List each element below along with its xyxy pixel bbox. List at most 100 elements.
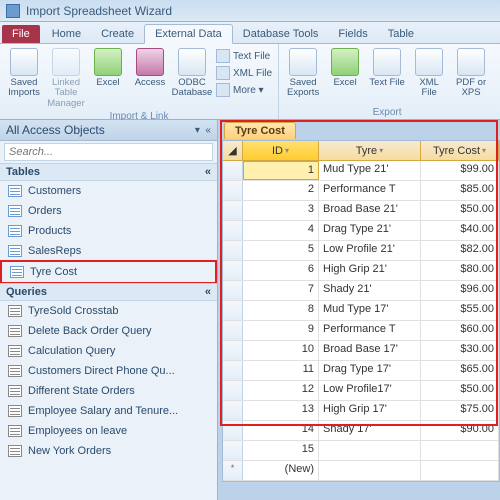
nav-header[interactable]: All Access Objects ▾ « (0, 120, 217, 141)
nav-table-item[interactable]: Products (0, 221, 217, 241)
column-header-id[interactable]: ID▾ (243, 141, 319, 160)
cell-tyre[interactable]: Drag Type 21' (319, 221, 421, 240)
tab-table[interactable]: Table (378, 25, 424, 43)
import-text-file-button[interactable]: Text File (214, 48, 274, 64)
new-row-cost[interactable] (421, 461, 499, 480)
cell-tyre[interactable]: High Grip 17' (319, 401, 421, 420)
new-row[interactable]: * (New) (223, 461, 499, 481)
cell-cost[interactable]: $30.00 (421, 341, 499, 360)
cell-id[interactable]: 10 (243, 341, 319, 360)
linked-table-manager-button[interactable]: Linked Table Manager (46, 46, 86, 111)
table-row[interactable]: 12Low Profile17'$50.00 (223, 381, 499, 401)
column-header-cost[interactable]: Tyre Cost▾ (421, 141, 499, 160)
cell-cost[interactable]: $75.00 (421, 401, 499, 420)
cell-cost[interactable]: $85.00 (421, 181, 499, 200)
cell-cost[interactable]: $99.00 (421, 161, 499, 180)
cell-tyre[interactable]: High Grip 21' (319, 261, 421, 280)
nav-table-item[interactable]: Tyre Cost (0, 260, 217, 284)
row-header[interactable] (223, 281, 243, 300)
cell-id[interactable]: 4 (243, 221, 319, 240)
cell-cost[interactable]: $96.00 (421, 281, 499, 300)
cell-id[interactable]: 1 (243, 161, 319, 180)
row-header[interactable] (223, 341, 243, 360)
row-header[interactable] (223, 221, 243, 240)
table-row[interactable]: 15 (223, 441, 499, 461)
row-header[interactable] (223, 201, 243, 220)
nav-query-item[interactable]: New York Orders (0, 441, 217, 461)
row-header[interactable] (223, 261, 243, 280)
nav-table-item[interactable]: Customers (0, 181, 217, 201)
tab-external-data[interactable]: External Data (144, 24, 233, 44)
cell-id[interactable]: 12 (243, 381, 319, 400)
nav-dropdown-icon[interactable]: ▾ « (195, 125, 211, 136)
cell-id[interactable]: 13 (243, 401, 319, 420)
nav-table-item[interactable]: Orders (0, 201, 217, 221)
cell-cost[interactable]: $60.00 (421, 321, 499, 340)
import-excel-button[interactable]: Excel (88, 46, 128, 111)
column-header-tyre[interactable]: Tyre▾ (319, 141, 421, 160)
cell-tyre[interactable]: Low Profile17' (319, 381, 421, 400)
cell-id[interactable]: 6 (243, 261, 319, 280)
table-row[interactable]: 5Low Profile 21'$82.00 (223, 241, 499, 261)
table-row[interactable]: 14Shady 17'$90.00 (223, 421, 499, 441)
cell-id[interactable]: 9 (243, 321, 319, 340)
cell-tyre[interactable]: Mud Type 17' (319, 301, 421, 320)
cell-cost[interactable]: $65.00 (421, 361, 499, 380)
cell-id[interactable]: 8 (243, 301, 319, 320)
row-header[interactable] (223, 381, 243, 400)
cell-tyre[interactable]: Shady 17' (319, 421, 421, 440)
dropdown-icon[interactable]: ▾ (482, 146, 486, 155)
row-header[interactable] (223, 361, 243, 380)
cell-tyre[interactable]: Mud Type 21' (319, 161, 421, 180)
nav-category-queries[interactable]: Queries« (0, 283, 217, 301)
row-header[interactable] (223, 441, 243, 460)
cell-tyre[interactable]: Drag Type 17' (319, 361, 421, 380)
cell-cost[interactable]: $50.00 (421, 381, 499, 400)
row-header[interactable] (223, 181, 243, 200)
table-row[interactable]: 3Broad Base 21'$50.00 (223, 201, 499, 221)
cell-tyre[interactable]: Low Profile 21' (319, 241, 421, 260)
row-header[interactable] (223, 421, 243, 440)
import-access-button[interactable]: Access (130, 46, 170, 111)
cell-tyre[interactable]: Broad Base 17' (319, 341, 421, 360)
cell-tyre[interactable]: Shady 21' (319, 281, 421, 300)
nav-query-item[interactable]: TyreSold Crosstab (0, 301, 217, 321)
cell-cost[interactable] (421, 441, 499, 460)
document-tab[interactable]: Tyre Cost (224, 122, 296, 139)
table-row[interactable]: 9Performance T$60.00 (223, 321, 499, 341)
row-header[interactable] (223, 301, 243, 320)
cell-cost[interactable]: $90.00 (421, 421, 499, 440)
nav-query-item[interactable]: Employee Salary and Tenure... (0, 401, 217, 421)
table-row[interactable]: 7Shady 21'$96.00 (223, 281, 499, 301)
row-header[interactable] (223, 401, 243, 420)
search-input[interactable] (4, 143, 213, 161)
cell-tyre[interactable]: Performance T (319, 321, 421, 340)
cell-id[interactable]: 3 (243, 201, 319, 220)
table-row[interactable]: 13High Grip 17'$75.00 (223, 401, 499, 421)
table-row[interactable]: 4Drag Type 21'$40.00 (223, 221, 499, 241)
import-more-button[interactable]: More ▾ (214, 82, 274, 98)
tab-create[interactable]: Create (91, 25, 144, 43)
new-row-tyre[interactable] (319, 461, 421, 480)
saved-exports-button[interactable]: Saved Exports (283, 46, 323, 101)
table-row[interactable]: 8Mud Type 17'$55.00 (223, 301, 499, 321)
saved-imports-button[interactable]: Saved Imports (4, 46, 44, 111)
odbc-database-button[interactable]: ODBC Database (172, 46, 212, 111)
cell-id[interactable]: 11 (243, 361, 319, 380)
cell-tyre[interactable]: Broad Base 21' (319, 201, 421, 220)
row-header[interactable] (223, 161, 243, 180)
row-header[interactable] (223, 241, 243, 260)
table-row[interactable]: 6High Grip 21'$80.00 (223, 261, 499, 281)
tab-fields[interactable]: Fields (328, 25, 377, 43)
nav-query-item[interactable]: Different State Orders (0, 381, 217, 401)
cell-cost[interactable]: $82.00 (421, 241, 499, 260)
export-text-file-button[interactable]: Text File (367, 46, 407, 101)
nav-table-item[interactable]: SalesReps (0, 241, 217, 261)
row-header[interactable] (223, 321, 243, 340)
import-xml-file-button[interactable]: XML File (214, 65, 274, 81)
dropdown-icon[interactable]: ▾ (379, 146, 383, 155)
table-row[interactable]: 10Broad Base 17'$30.00 (223, 341, 499, 361)
new-row-id[interactable]: (New) (243, 461, 319, 480)
export-xml-file-button[interactable]: XML File (409, 46, 449, 101)
export-excel-button[interactable]: Excel (325, 46, 365, 101)
